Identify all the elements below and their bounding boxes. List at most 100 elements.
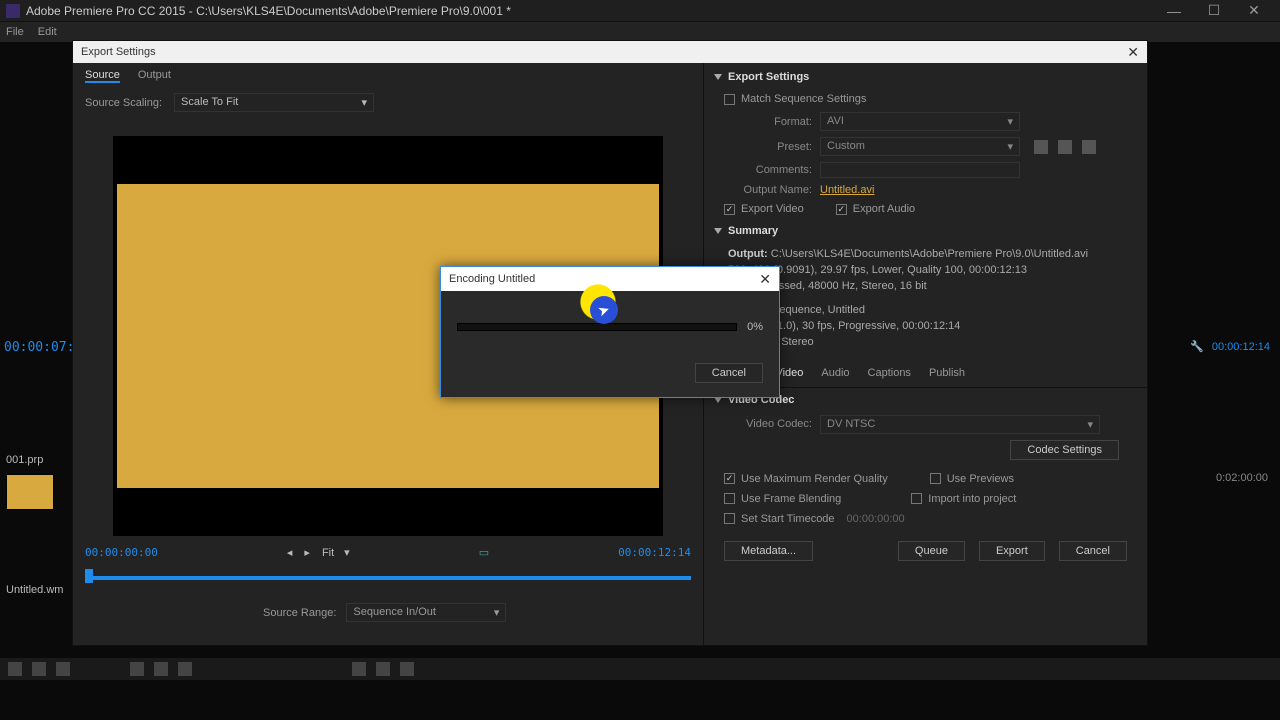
maximize-button[interactable]: ☐ — [1194, 2, 1234, 19]
source-scaling-value: Scale To Fit — [181, 96, 238, 109]
export-timeline[interactable] — [85, 569, 691, 585]
format-dropdown[interactable]: AVI ▾ — [820, 112, 1020, 131]
start-timecode-value: 00:00:00:00 — [847, 513, 905, 525]
chevron-down-icon: ▾ — [1007, 140, 1013, 153]
new-bin-icon[interactable] — [352, 662, 366, 676]
twirl-icon[interactable] — [714, 228, 722, 234]
comments-input[interactable] — [820, 162, 1020, 178]
output-name-label: Output Name: — [724, 184, 812, 196]
automate-icon[interactable] — [154, 662, 168, 676]
use-previews-label: Use Previews — [947, 473, 1014, 485]
match-sequence-checkbox[interactable] — [724, 94, 735, 105]
summary-source-seq: Sequence, Untitled — [772, 304, 865, 316]
preset-dropdown[interactable]: Custom▾ — [820, 137, 1020, 156]
format-value: AVI — [827, 115, 844, 128]
list-view-icon[interactable] — [8, 662, 22, 676]
menu-edit[interactable]: Edit — [38, 26, 57, 38]
in-timecode[interactable]: 00:00:00:00 — [85, 546, 158, 559]
tab-source[interactable]: Source — [85, 69, 120, 83]
menubar: File Edit — [0, 22, 1280, 42]
source-range-dropdown[interactable]: Sequence In/Out ▾ — [346, 603, 506, 622]
out-timecode[interactable]: 00:00:12:14 — [618, 546, 691, 559]
export-button[interactable]: Export — [979, 541, 1045, 561]
sequence-name[interactable]: Untitled.wm — [4, 580, 68, 600]
output-name-link[interactable]: Untitled.avi — [820, 184, 874, 196]
chevron-down-icon: ▾ — [1087, 418, 1093, 431]
fit-dropdown[interactable]: Fit — [322, 547, 334, 559]
import-project-label: Import into project — [928, 493, 1016, 505]
frame-blend-label: Use Frame Blending — [741, 493, 841, 505]
max-render-label: Use Maximum Render Quality — [741, 473, 888, 485]
save-preset-icon[interactable] — [1034, 140, 1048, 154]
new-item-icon[interactable] — [376, 662, 390, 676]
video-codec-value: DV NTSC — [827, 418, 875, 431]
tab-captions[interactable]: Captions — [868, 367, 911, 379]
start-timecode-checkbox[interactable] — [724, 513, 735, 524]
bottom-toolbar — [0, 658, 1280, 680]
queue-button[interactable]: Queue — [898, 541, 965, 561]
source-scaling-label: Source Scaling: — [85, 97, 162, 109]
step-forward-icon[interactable]: ▸ — [304, 546, 310, 559]
summary-heading: Summary — [728, 225, 778, 237]
program-timecode-right: 🔧 00:00:12:14 — [1190, 340, 1270, 353]
app-icon — [6, 4, 20, 18]
source-range-value: Sequence In/Out — [353, 606, 436, 619]
minimize-button[interactable]: — — [1154, 3, 1194, 19]
program-timecode-left: 00:00:07:1 — [4, 340, 68, 355]
encoding-cancel-button[interactable]: Cancel — [695, 363, 763, 383]
format-label: Format: — [724, 116, 812, 128]
clip-thumbnail[interactable] — [6, 474, 54, 510]
frame-blend-checkbox[interactable] — [724, 493, 735, 504]
summary-output-label: Output: — [728, 248, 768, 260]
sort-icon[interactable] — [130, 662, 144, 676]
icon-view-icon[interactable] — [32, 662, 46, 676]
export-window-title: Export Settings — [81, 46, 1109, 58]
encoding-dialog-title: Encoding Untitled — [449, 273, 759, 285]
clear-icon[interactable] — [400, 662, 414, 676]
find-icon[interactable] — [178, 662, 192, 676]
preset-label: Preset: — [724, 141, 812, 153]
close-icon[interactable]: ✕ — [759, 271, 771, 288]
chevron-down-icon: ▾ — [494, 606, 500, 619]
timecode-value: 00:00:12:14 — [1212, 341, 1270, 353]
cancel-button[interactable]: Cancel — [1059, 541, 1127, 561]
export-close-icon[interactable]: ✕ — [1109, 44, 1139, 61]
playhead[interactable] — [85, 569, 93, 583]
delete-preset-icon[interactable] — [1082, 140, 1096, 154]
export-audio-label: Export Audio — [853, 203, 915, 215]
export-audio-checkbox[interactable] — [836, 204, 847, 215]
chevron-down-icon: ▾ — [362, 96, 368, 109]
twirl-icon[interactable] — [714, 74, 722, 80]
import-project-checkbox[interactable] — [911, 493, 922, 504]
video-codec-dropdown[interactable]: DV NTSC ▾ — [820, 415, 1100, 434]
close-button[interactable]: ✕ — [1234, 2, 1274, 19]
tab-audio[interactable]: Audio — [821, 367, 849, 379]
step-back-icon[interactable]: ◂ — [287, 546, 293, 559]
encoding-percent: 0% — [747, 321, 763, 333]
match-sequence-label: Match Sequence Settings — [741, 93, 866, 105]
menu-file[interactable]: File — [6, 26, 24, 38]
chevron-down-icon: ▾ — [344, 546, 350, 559]
export-settings-heading: Export Settings — [728, 71, 809, 83]
export-video-checkbox[interactable] — [724, 204, 735, 215]
use-previews-checkbox[interactable] — [930, 473, 941, 484]
metadata-button[interactable]: Metadata... — [724, 541, 813, 561]
encoding-dialog-titlebar: Encoding Untitled ✕ — [441, 267, 779, 291]
encoding-dialog: Encoding Untitled ✕ 0% Cancel — [440, 266, 780, 398]
crop-icon[interactable]: ▭ — [479, 546, 489, 559]
tab-publish[interactable]: Publish — [929, 367, 965, 379]
start-timecode-label: Set Start Timecode — [741, 513, 835, 525]
import-preset-icon[interactable] — [1058, 140, 1072, 154]
source-scaling-dropdown[interactable]: Scale To Fit ▾ — [174, 93, 374, 112]
freeform-icon[interactable] — [56, 662, 70, 676]
preview-tabs: Source Output — [73, 63, 703, 89]
codec-settings-button[interactable]: Codec Settings — [1010, 440, 1119, 460]
chevron-down-icon: ▾ — [1007, 115, 1013, 128]
project-file[interactable]: 001.prp — [4, 450, 68, 470]
tab-output[interactable]: Output — [138, 69, 171, 83]
timeline-ruler-tick: 0:02:00:00 — [1216, 472, 1268, 484]
app-titlebar: Adobe Premiere Pro CC 2015 - C:\Users\KL… — [0, 0, 1280, 22]
max-render-checkbox[interactable] — [724, 473, 735, 484]
wrench-icon[interactable]: 🔧 — [1190, 340, 1204, 353]
export-video-label: Export Video — [741, 203, 804, 215]
